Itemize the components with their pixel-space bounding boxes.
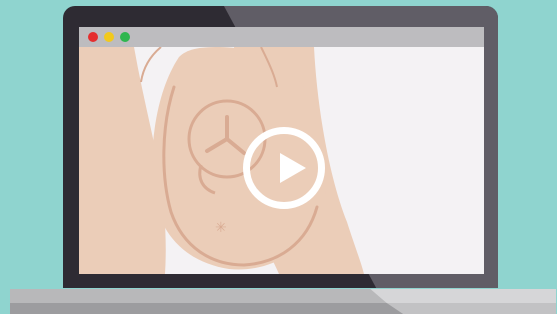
video-player[interactable]: ✳ (79, 47, 484, 274)
close-window-button[interactable] (88, 32, 98, 42)
browser-window: ✳ (79, 27, 484, 274)
maximize-window-button[interactable] (120, 32, 130, 42)
navel-mark: ✳ (215, 220, 227, 236)
minimize-window-button[interactable] (104, 32, 114, 42)
laptop-base (10, 289, 556, 314)
laptop-video-illustration: ✳ (0, 0, 557, 314)
play-button[interactable] (243, 127, 325, 209)
browser-titlebar (79, 27, 484, 47)
play-icon (280, 153, 306, 183)
